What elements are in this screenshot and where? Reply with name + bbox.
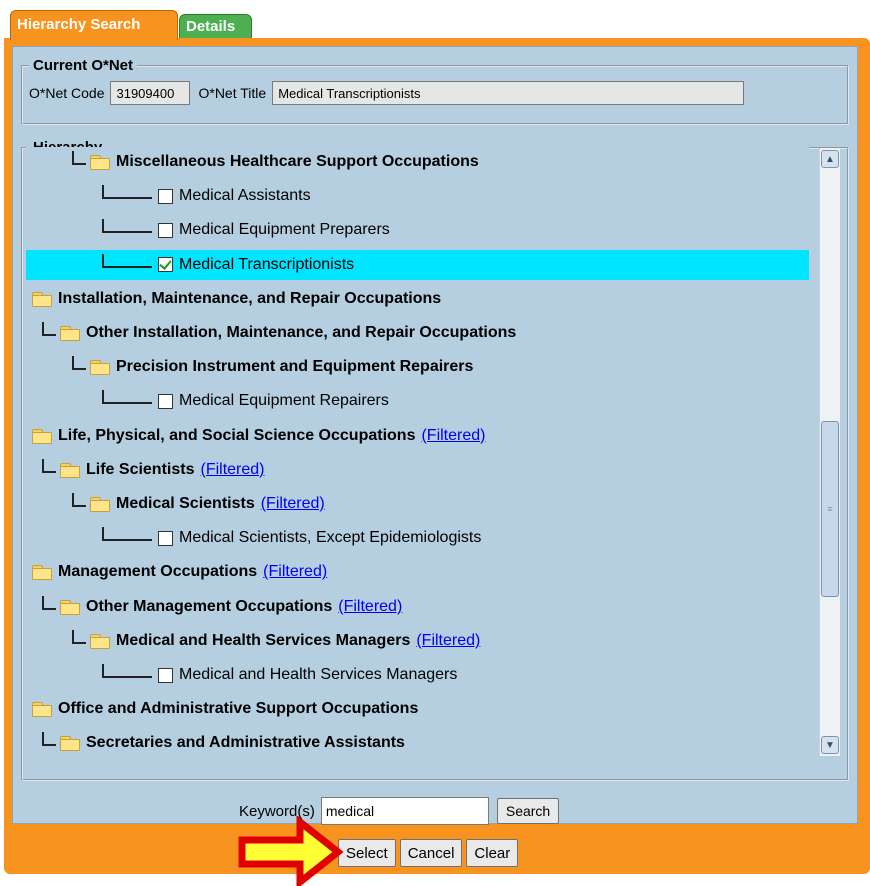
- tree-scrollbar[interactable]: ▲ ≡ ▼: [819, 148, 840, 756]
- cancel-button[interactable]: Cancel: [399, 839, 463, 867]
- folder-icon[interactable]: [32, 565, 52, 581]
- checkbox[interactable]: [158, 188, 173, 204]
- scroll-down-icon[interactable]: ▼: [821, 736, 839, 754]
- filtered-link[interactable]: (Filtered): [416, 632, 480, 650]
- tree-occupation-row[interactable]: Medical and Health Services Managers: [26, 660, 809, 690]
- tree-connector: [42, 732, 56, 747]
- tab-hierarchy-search[interactable]: Hierarchy Search: [10, 10, 178, 40]
- tree-occupation-row[interactable]: Medical Transcriptionists: [26, 249, 809, 280]
- folder-icon[interactable]: [32, 702, 52, 718]
- category-label[interactable]: Management Occupations: [58, 563, 257, 581]
- onet-title-field[interactable]: Medical Transcriptionists: [272, 81, 745, 105]
- onet-code-label: O*Net Code: [29, 85, 105, 101]
- search-button[interactable]: Search: [496, 798, 560, 824]
- tree-connector: [72, 356, 86, 371]
- tree-category-row[interactable]: Management Occupations (Filtered): [26, 557, 809, 587]
- checkbox[interactable]: [158, 222, 173, 238]
- hierarchy-tree[interactable]: Miscellaneous Healthcare Support Occupat…: [26, 147, 809, 757]
- tree-category-row[interactable]: Life Scientists (Filtered): [26, 455, 809, 485]
- tree-connector: [102, 253, 152, 268]
- footer-buttons: Select Cancel Clear: [338, 839, 519, 867]
- tree-category-row[interactable]: Life, Physical, and Social Science Occup…: [26, 421, 809, 451]
- occupation-label[interactable]: Medical Scientists, Except Epidemiologis…: [179, 529, 481, 547]
- tree-connector: [102, 527, 152, 542]
- filtered-link[interactable]: (Filtered): [421, 427, 485, 445]
- tree-connector: [42, 322, 56, 336]
- tree-connector: [72, 629, 86, 644]
- folder-icon[interactable]: [90, 155, 110, 170]
- occupation-label[interactable]: Medical Equipment Repairers: [179, 392, 389, 410]
- select-button[interactable]: Select: [338, 839, 396, 867]
- folder-icon[interactable]: [60, 599, 80, 615]
- tree-category-row[interactable]: Secretaries and Administrative Assistant…: [26, 728, 809, 757]
- main-panel: Current O*Net O*Net Code 31909400 O*Net …: [4, 38, 870, 828]
- category-label[interactable]: Life, Physical, and Social Science Occup…: [58, 427, 415, 445]
- current-onet-row: O*Net Code 31909400 O*Net Title Medical …: [29, 81, 745, 105]
- filtered-link[interactable]: (Filtered): [261, 495, 325, 513]
- category-label[interactable]: Precision Instrument and Equipment Repai…: [116, 358, 473, 376]
- onet-title-label: O*Net Title: [198, 85, 267, 101]
- tree-connector: [72, 493, 86, 507]
- checkbox[interactable]: [158, 393, 173, 409]
- tree-connector: [102, 664, 152, 678]
- panel-body: Current O*Net O*Net Code 31909400 O*Net …: [12, 46, 858, 825]
- filtered-link[interactable]: (Filtered): [338, 598, 402, 616]
- red-arrow-icon: [238, 816, 344, 886]
- tree-occupation-row[interactable]: Medical Scientists, Except Epidemiologis…: [26, 523, 809, 553]
- folder-icon[interactable]: [60, 462, 80, 478]
- tree-connector: [42, 595, 56, 610]
- tree-connector: [102, 185, 152, 200]
- folder-icon[interactable]: [32, 428, 52, 444]
- category-label[interactable]: Other Installation, Maintenance, and Rep…: [86, 324, 516, 342]
- folder-icon[interactable]: [90, 633, 110, 649]
- tree-category-row[interactable]: Other Installation, Maintenance, and Rep…: [26, 318, 809, 348]
- category-label[interactable]: Medical Scientists: [116, 495, 255, 513]
- scroll-thumb[interactable]: ≡: [821, 421, 839, 597]
- scroll-up-icon[interactable]: ▲: [821, 150, 839, 168]
- tree-category-row[interactable]: Other Management Occupations (Filtered): [26, 592, 809, 622]
- tree-category-row[interactable]: Medical Scientists (Filtered): [26, 489, 809, 519]
- current-onet-legend: Current O*Net: [33, 57, 134, 74]
- occupation-label[interactable]: Medical Transcriptionists: [179, 256, 354, 274]
- tree-category-row[interactable]: Medical and Health Services Managers (Fil…: [26, 626, 809, 656]
- category-label[interactable]: Installation, Maintenance, and Repair Oc…: [58, 290, 441, 308]
- onet-code-field[interactable]: 31909400: [110, 81, 191, 105]
- tree-category-row[interactable]: Precision Instrument and Equipment Repai…: [26, 352, 809, 382]
- tree-occupation-row[interactable]: Medical Equipment Preparers: [26, 215, 809, 245]
- tree-connector: [102, 390, 152, 405]
- checkbox[interactable]: [158, 667, 173, 683]
- category-label[interactable]: Medical and Health Services Managers: [116, 632, 410, 650]
- category-label[interactable]: Miscellaneous Healthcare Support Occupat…: [116, 153, 479, 171]
- folder-icon[interactable]: [60, 736, 80, 752]
- tree-category-row[interactable]: Installation, Maintenance, and Repair Oc…: [26, 284, 809, 314]
- tree-connector: [102, 219, 152, 234]
- category-label[interactable]: Other Management Occupations: [86, 598, 332, 616]
- tree-category-row[interactable]: Miscellaneous Healthcare Support Occupat…: [26, 147, 809, 177]
- tab-details[interactable]: Details: [179, 14, 252, 38]
- checkbox[interactable]: [158, 530, 173, 546]
- tree-connector: [42, 458, 56, 473]
- category-label[interactable]: Office and Administrative Support Occupa…: [58, 700, 418, 718]
- tree-category-row[interactable]: Office and Administrative Support Occupa…: [26, 694, 809, 724]
- tree-occupation-row[interactable]: Medical Assistants: [26, 181, 809, 211]
- tree-connector: [72, 151, 86, 165]
- occupation-label[interactable]: Medical and Health Services Managers: [179, 666, 457, 684]
- folder-icon[interactable]: [90, 360, 110, 376]
- filtered-link[interactable]: (Filtered): [263, 563, 327, 581]
- keyword-input[interactable]: [320, 797, 489, 825]
- occupation-label[interactable]: Medical Equipment Preparers: [179, 221, 390, 239]
- clear-button[interactable]: Clear: [466, 839, 519, 867]
- folder-icon[interactable]: [32, 291, 52, 307]
- checkbox-checked[interactable]: [158, 257, 173, 273]
- folder-icon[interactable]: [60, 326, 80, 341]
- folder-icon[interactable]: [90, 497, 110, 512]
- category-label[interactable]: Life Scientists: [86, 461, 194, 479]
- category-label[interactable]: Secretaries and Administrative Assistant…: [86, 734, 405, 752]
- footer-bar: Select Cancel Clear: [4, 828, 870, 874]
- filtered-link[interactable]: (Filtered): [200, 461, 264, 479]
- occupation-label[interactable]: Medical Assistants: [179, 187, 311, 205]
- tree-occupation-row[interactable]: Medical Equipment Repairers: [26, 386, 809, 416]
